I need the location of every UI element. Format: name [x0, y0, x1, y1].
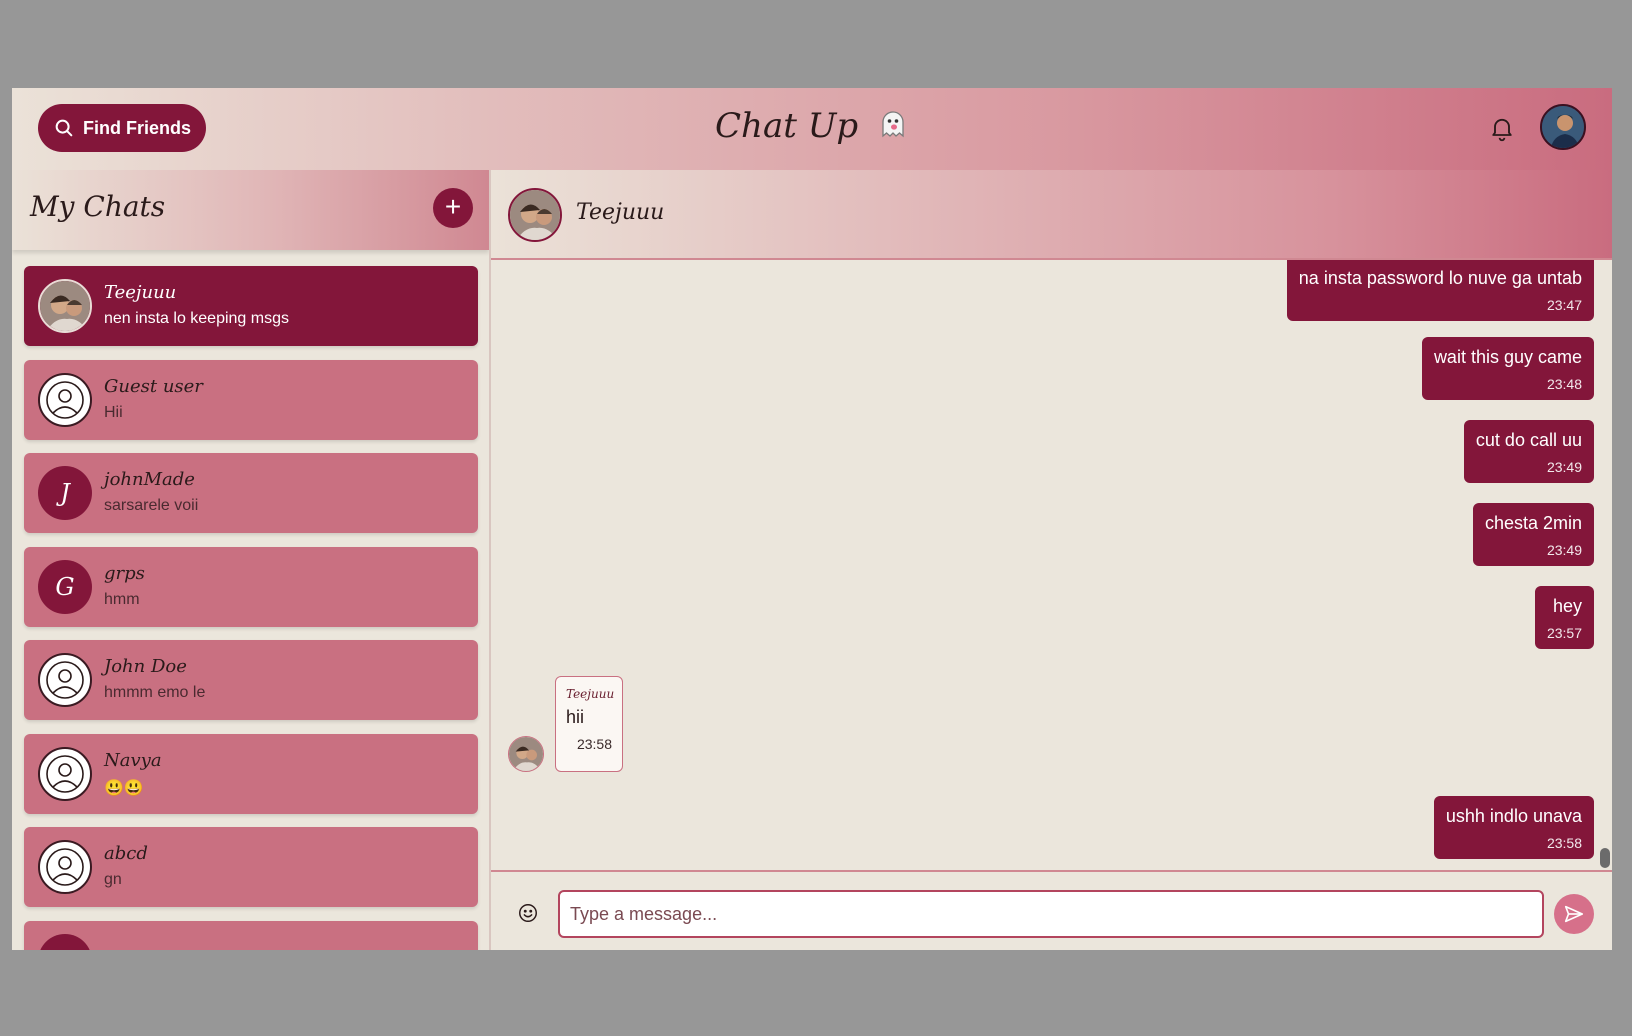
message-time: 23:58: [1546, 835, 1582, 851]
message-time: 23:57: [1546, 625, 1582, 641]
message-text: hii: [566, 707, 585, 727]
chat-list: Teejuuu nen insta lo keeping msgs Guest …: [24, 266, 478, 950]
sent-message: chesta 2min 23:49: [1472, 503, 1594, 566]
message-text: ushh indlo unava: [1445, 806, 1582, 826]
message-text: hey: [1552, 596, 1582, 616]
chat-name: Guest user: [104, 375, 203, 397]
avatar-initial: J: [38, 466, 92, 520]
new-group-chat-button[interactable]: +: [433, 188, 473, 228]
chat-name: abcd: [104, 843, 148, 864]
smiley-icon[interactable]: [517, 902, 539, 924]
sent-message: cut do call uu 23:49: [1463, 420, 1594, 483]
my-chats-title: My Chats: [30, 190, 166, 223]
send-button[interactable]: [1554, 894, 1594, 934]
sender-avatar: [508, 736, 544, 772]
default-user-icon: [38, 653, 92, 707]
message-time: 23:48: [1546, 376, 1582, 392]
chat-list-item[interactable]: J johnMade sarsarele voii: [24, 453, 478, 533]
sent-message: ushh indlo unava 23:58: [1433, 796, 1594, 859]
avatar-initial: G: [38, 559, 92, 614]
app-title-text: Chat Up: [715, 106, 859, 146]
message-text: na insta password lo nuve ga untab: [1298, 268, 1582, 288]
message-list: na insta password lo nuve ga untab 23:47…: [491, 260, 1612, 870]
message-time: 23:49: [1546, 542, 1582, 558]
message-time: 23:58: [576, 736, 612, 752]
default-user-icon: [38, 840, 92, 894]
chat-last-message: 😃😃: [104, 779, 144, 797]
chat-last-message: hmm: [104, 590, 140, 608]
app-title: Chat Up: [12, 106, 1612, 149]
message-time: 23:49: [1546, 459, 1582, 475]
sent-message: wait this guy came 23:48: [1421, 337, 1594, 400]
send-icon: [1564, 905, 1584, 923]
chat-last-message: sarsarele voii: [104, 497, 199, 514]
message-text: chesta 2min: [1484, 513, 1582, 533]
chat-list-item[interactable]: G grps hmm: [24, 546, 478, 627]
chat-last-message: nen insta lo keeping msgs: [104, 310, 289, 327]
message-input[interactable]: [558, 890, 1544, 938]
default-user-icon: [38, 372, 92, 427]
avatar-initial: [38, 933, 92, 950]
messages-scrollbar[interactable]: [1598, 260, 1610, 870]
contact-avatar[interactable]: [508, 188, 562, 242]
chat-list-item[interactable]: [24, 920, 478, 950]
top-header: Find Friends Chat Up: [12, 88, 1612, 170]
message-composer: [491, 870, 1612, 950]
avatar: [38, 279, 92, 333]
message-time: 23:47: [1546, 297, 1582, 313]
sent-message: hey 23:57: [1534, 586, 1594, 649]
chat-list-item[interactable]: abcd gn: [24, 827, 478, 907]
chat-name: Teejuuu: [104, 282, 177, 303]
default-user-icon: [38, 746, 92, 801]
chat-header: Teejuuu: [491, 170, 1612, 260]
message-sender: Teejuuu: [566, 687, 615, 701]
chat-last-message: Hii: [104, 403, 123, 421]
app-window: Find Friends Chat Up My Chats + Teejuuu …: [12, 88, 1612, 950]
chat-last-message: gn: [104, 871, 122, 888]
profile-avatar[interactable]: [1540, 104, 1586, 150]
sent-message: na insta password lo nuve ga untab 23:47: [1286, 260, 1594, 321]
message-text: wait this guy came: [1433, 347, 1582, 367]
chat-panel: Teejuuu na insta password lo nuve ga unt…: [491, 170, 1612, 950]
chat-list-item[interactable]: Teejuuu nen insta lo keeping msgs: [24, 266, 478, 346]
chat-name: Navya: [104, 749, 162, 771]
chat-name: grps: [104, 562, 145, 584]
bell-icon[interactable]: [1488, 114, 1516, 142]
chat-last-message: hmmm emo le: [104, 684, 206, 701]
ghost-icon: [877, 108, 909, 149]
scrollbar-thumb[interactable]: [1600, 848, 1610, 868]
chat-name: John Doe: [104, 656, 187, 677]
chat-list-item[interactable]: Guest user Hii: [24, 359, 478, 440]
chat-list-item[interactable]: John Doe hmmm emo le: [24, 640, 478, 720]
contact-name: Teejuuu: [576, 200, 665, 225]
chat-list-item[interactable]: Navya 😃😃: [24, 733, 478, 814]
sidebar-header: My Chats +: [12, 170, 489, 250]
message-text: cut do call uu: [1475, 430, 1582, 450]
chat-name: johnMade: [104, 469, 195, 490]
received-message: Teejuuu hii 23:58: [555, 676, 623, 772]
chats-sidebar: My Chats + Teejuuu nen insta lo keeping …: [12, 170, 491, 950]
